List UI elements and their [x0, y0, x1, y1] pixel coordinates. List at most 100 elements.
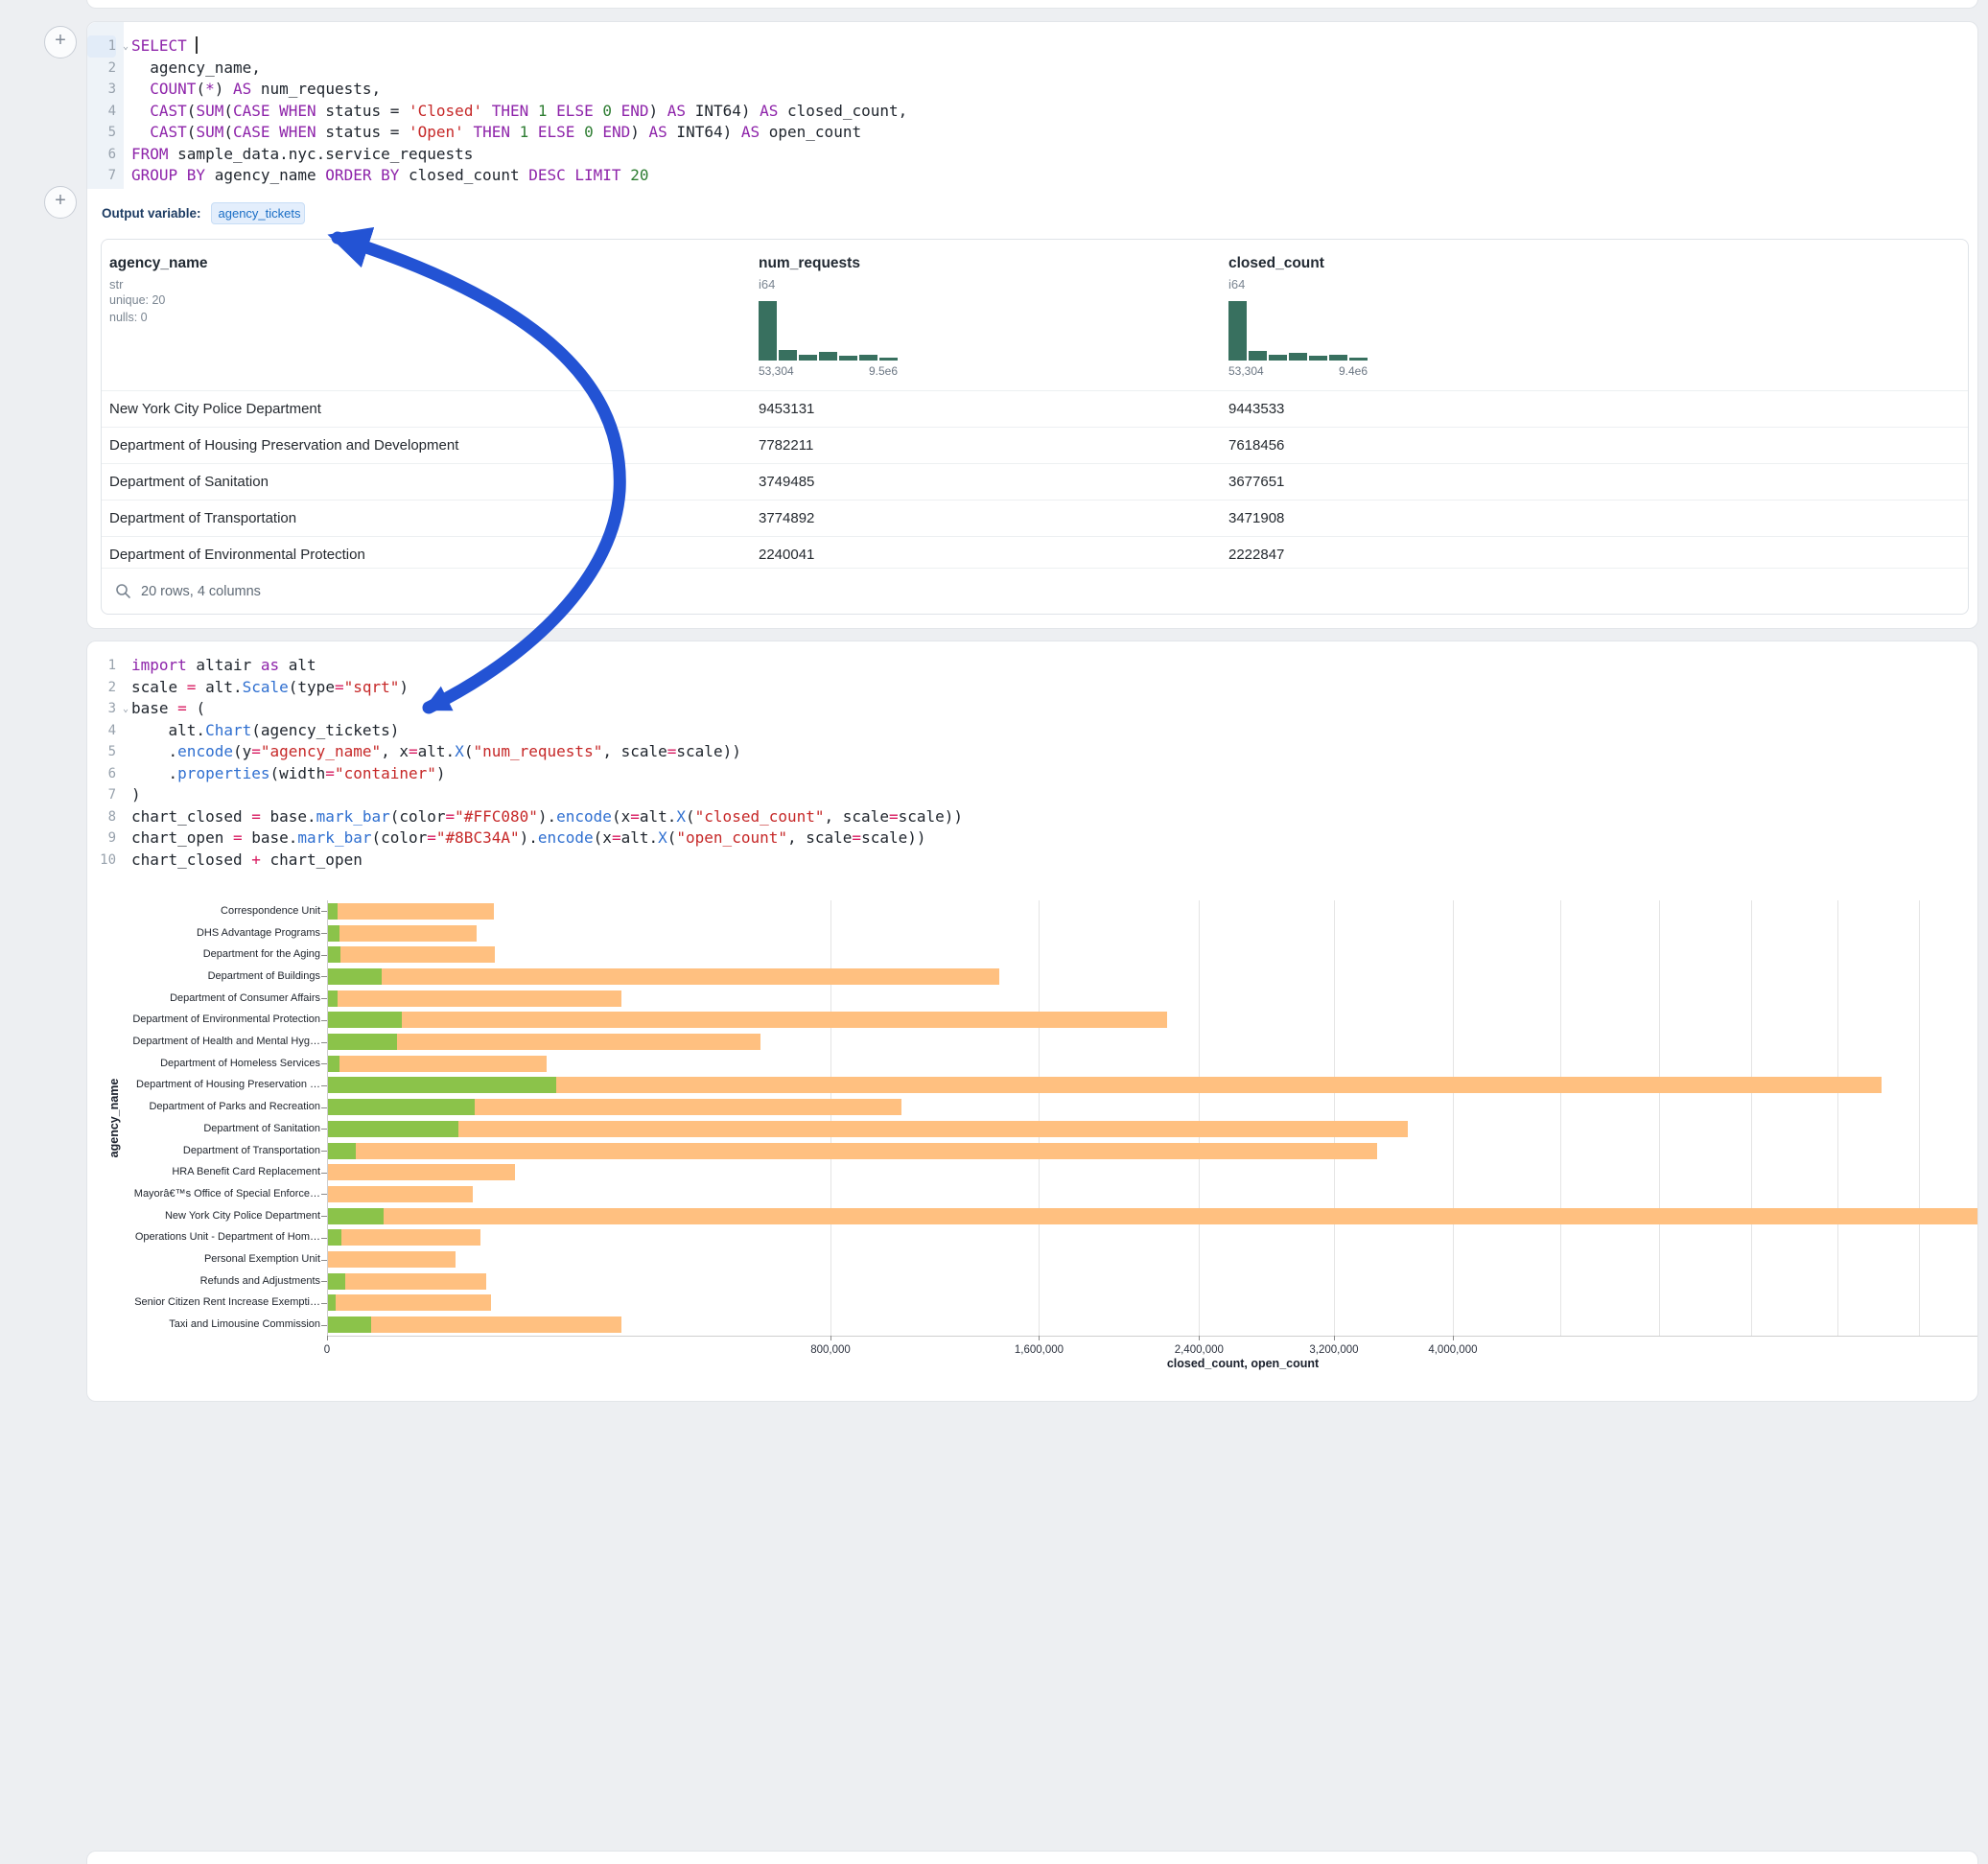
- y-tick-label: Department of Consumer Affairs: [95, 992, 320, 1004]
- results-table-header: agency_name str unique: 20 nulls: 0 num_…: [102, 240, 1968, 390]
- results-table[interactable]: agency_name str unique: 20 nulls: 0 num_…: [101, 239, 1969, 615]
- python-code-text[interactable]: import altair as altscale = alt.Scale(ty…: [124, 641, 963, 872]
- histogram-bar: [1349, 358, 1368, 361]
- code-line[interactable]: GROUP BY agency_name ORDER BY closed_cou…: [131, 165, 907, 187]
- table-cell: 7618456: [1228, 428, 1679, 463]
- bar-closed-count: [328, 1186, 473, 1202]
- bar-open-count: [328, 925, 339, 942]
- code-line[interactable]: import altair as alt: [131, 655, 963, 677]
- column-header-num-requests[interactable]: num_requests: [759, 255, 860, 272]
- python-line-number-gutter: 123⌄45678910: [87, 641, 124, 872]
- next-cell-edge: [86, 1851, 1978, 1864]
- y-axis-tick: [321, 955, 327, 956]
- bar-open-count: [328, 903, 338, 920]
- histogram-bar: [779, 350, 797, 361]
- x-axis-line: [327, 1336, 1977, 1337]
- column-header-agency-name[interactable]: agency_name: [109, 255, 208, 272]
- x-axis-tick: [1334, 1336, 1335, 1340]
- column-null-count: nulls: 0: [109, 309, 208, 326]
- code-line[interactable]: agency_name,: [131, 58, 907, 80]
- y-axis-tick: [321, 1085, 327, 1086]
- bar-closed-count: [328, 1056, 547, 1072]
- code-line[interactable]: scale = alt.Scale(type="sqrt"): [131, 677, 963, 699]
- sql-code-editor[interactable]: 1⌄234567 SELECT agency_name, COUNT(*) AS…: [87, 22, 1977, 189]
- table-cell: Department of Housing Preservation and D…: [109, 428, 742, 463]
- results-table-body: New York City Police Department945313194…: [102, 390, 1968, 572]
- bar-closed-count: [328, 1143, 1377, 1159]
- bar-open-count: [328, 1143, 356, 1159]
- bar-closed-count: [328, 990, 621, 1007]
- fold-chevron-icon[interactable]: ⌄: [123, 36, 129, 58]
- bar-open-count: [328, 1012, 402, 1028]
- grid-line: [1560, 900, 1561, 1336]
- add-cell-button-middle[interactable]: +: [44, 186, 77, 219]
- code-line[interactable]: chart_closed + chart_open: [131, 850, 963, 872]
- bar-open-count: [328, 946, 340, 963]
- y-tick-label: Mayorâ€™s Office of Special Enforce…: [95, 1188, 320, 1200]
- code-line[interactable]: base = (: [131, 698, 963, 720]
- altair-bar-chart: agency_name closed_count, open_count 080…: [87, 891, 1977, 1393]
- bar-closed-count: [328, 968, 999, 985]
- code-line[interactable]: SELECT: [131, 35, 907, 58]
- fold-chevron-icon[interactable]: ⌄: [123, 699, 129, 721]
- y-tick-label: Department of Homeless Services: [95, 1058, 320, 1069]
- table-cell: 3774892: [759, 501, 1209, 536]
- python-code-editor[interactable]: 123⌄45678910 import altair as altscale =…: [87, 641, 1977, 872]
- notebook-canvas: + + 1⌄234567 SELECT agency_name, COUNT(*…: [0, 0, 1988, 1864]
- code-line[interactable]: CAST(SUM(CASE WHEN status = 'Closed' THE…: [131, 101, 907, 123]
- line-number: 3: [87, 79, 116, 101]
- code-line[interactable]: CAST(SUM(CASE WHEN status = 'Open' THEN …: [131, 122, 907, 144]
- table-cell: 7782211: [759, 428, 1209, 463]
- line-number: 2: [87, 58, 116, 80]
- bar-closed-count: [328, 1012, 1167, 1028]
- y-tick-label: HRA Benefit Card Replacement: [95, 1166, 320, 1177]
- grid-line: [1751, 900, 1752, 1336]
- x-axis-tick: [1039, 1336, 1040, 1340]
- bar-open-count: [328, 1208, 384, 1224]
- y-axis-tick: [321, 1173, 327, 1174]
- table-cell: 3471908: [1228, 501, 1679, 536]
- chart-plot-area: 0800,0001,600,0002,400,0003,200,0004,000…: [87, 891, 1977, 1393]
- grid-line: [1039, 900, 1040, 1336]
- bar-open-count: [328, 1034, 397, 1050]
- y-tick-label: Department of Sanitation: [95, 1123, 320, 1134]
- y-axis-tick: [321, 1281, 327, 1282]
- output-variable-chip[interactable]: agency_tickets: [211, 202, 305, 224]
- search-icon[interactable]: [115, 583, 131, 599]
- x-tick-label: 3,200,000: [1276, 1344, 1392, 1356]
- code-line[interactable]: chart_closed = base.mark_bar(color="#FFC…: [131, 806, 963, 828]
- sql-code-text[interactable]: SELECT agency_name, COUNT(*) AS num_requ…: [124, 22, 907, 189]
- add-cell-button-top[interactable]: +: [44, 26, 77, 58]
- sql-line-number-gutter: 1⌄234567: [87, 22, 124, 189]
- code-line[interactable]: FROM sample_data.nyc.service_requests: [131, 144, 907, 166]
- code-line[interactable]: .encode(y="agency_name", x=alt.X("num_re…: [131, 741, 963, 763]
- column-header-closed-count[interactable]: closed_count: [1228, 255, 1324, 272]
- grid-line: [1199, 900, 1200, 1336]
- code-line[interactable]: chart_open = base.mark_bar(color="#8BC34…: [131, 827, 963, 850]
- hist-min-label: 53,304: [1228, 364, 1264, 378]
- x-axis-tick: [327, 1336, 328, 1340]
- y-tick-label: Senior Citizen Rent Increase Exempti…: [95, 1296, 320, 1308]
- line-number: 7: [87, 784, 116, 806]
- grid-line: [1919, 900, 1920, 1336]
- histogram-bar: [859, 355, 877, 361]
- y-axis-tick: [321, 1303, 327, 1304]
- num-requests-histogram-labels: 53,304 9.5e6: [759, 364, 898, 378]
- bar-closed-count: [328, 1164, 515, 1180]
- bar-closed-count: [328, 925, 477, 942]
- y-axis-tick: [321, 1238, 327, 1239]
- y-tick-label: Personal Exemption Unit: [95, 1253, 320, 1265]
- x-tick-label: 1,600,000: [981, 1344, 1096, 1356]
- bar-open-count: [328, 1121, 458, 1137]
- bar-open-count: [328, 1294, 336, 1311]
- grid-line: [830, 900, 831, 1336]
- y-axis-tick: [321, 1325, 327, 1326]
- y-tick-label: Refunds and Adjustments: [95, 1275, 320, 1287]
- code-line[interactable]: .properties(width="container"): [131, 763, 963, 785]
- y-tick-label: Operations Unit - Department of Hom…: [95, 1231, 320, 1243]
- line-number: 1⌄: [87, 35, 116, 58]
- code-line[interactable]: alt.Chart(agency_tickets): [131, 720, 963, 742]
- bar-closed-count: [328, 1208, 1977, 1224]
- code-line[interactable]: COUNT(*) AS num_requests,: [131, 79, 907, 101]
- code-line[interactable]: ): [131, 784, 963, 806]
